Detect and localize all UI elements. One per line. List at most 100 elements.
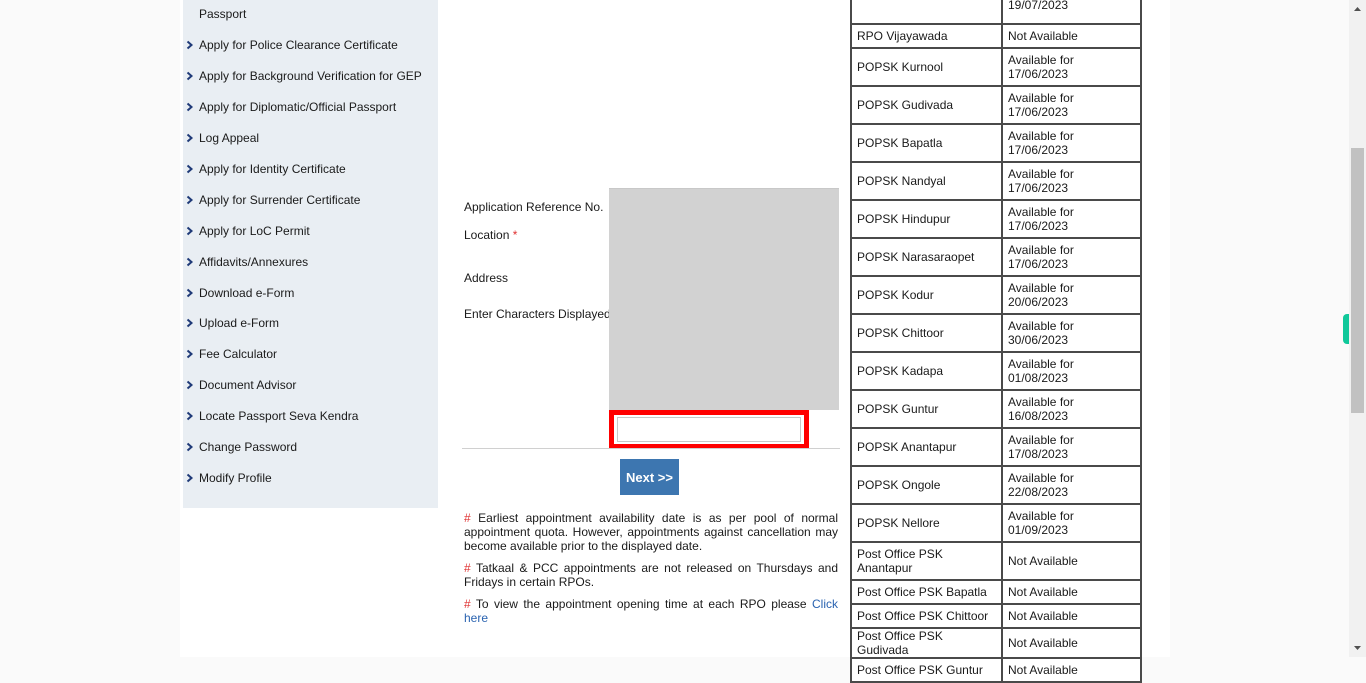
location-cell: POPSK Bapatla <box>850 123 1003 163</box>
chevron-right-icon <box>183 100 199 112</box>
status-prefix: Available for <box>1008 395 1074 409</box>
table-row: POPSK Narasaraopet Available for 17/06/202… <box>850 237 1142 277</box>
chevron-right-icon <box>183 193 199 205</box>
status-prefix: Available for <box>1008 53 1074 67</box>
availability-status-cell: Available for 17/06/2023 <box>1001 47 1142 87</box>
status-date: 17/06/2023 <box>1008 181 1069 195</box>
status-date: 17/06/2023 <box>1008 143 1069 157</box>
sidebar-item[interactable]: Modify Profile <box>183 471 438 491</box>
availability-status-cell: Not Available <box>1001 541 1142 581</box>
scrollbar-thumb[interactable] <box>1351 148 1364 413</box>
table-row: POPSK Kurnool Available for 17/06/2023 <box>850 47 1142 87</box>
availability-status-cell: Not Available <box>1001 627 1142 659</box>
status-prefix: Available for <box>1008 319 1074 333</box>
availability-status-cell: 19/07/2023 <box>1001 0 1142 25</box>
availability-status-cell: Available for 30/06/2023 <box>1001 313 1142 353</box>
availability-status-cell: Available for 17/06/2023 <box>1001 161 1142 201</box>
location-cell: POPSK Kurnool <box>850 47 1003 87</box>
note-text: Tatkaal & PCC appointments are not relea… <box>464 561 838 589</box>
scroll-up-arrow-icon[interactable] <box>1349 0 1366 17</box>
location-cell: Post Office PSK Chittoor <box>850 603 1003 629</box>
sidebar-item[interactable]: Upload e-Form <box>183 316 438 336</box>
table-row: 19/07/2023 <box>850 0 1142 25</box>
availability-status-cell: Available for 20/06/2023 <box>1001 275 1142 315</box>
sidebar-item[interactable]: Passport <box>183 7 438 27</box>
sidebar-item[interactable]: Apply for Diplomatic/Official Passport <box>183 100 438 120</box>
sidebar-item-label: Apply for Background Verification for GE… <box>199 69 422 83</box>
chevron-right-icon <box>183 131 199 143</box>
sidebar-item[interactable]: Apply for Background Verification for GE… <box>183 69 438 89</box>
sidebar-item[interactable]: Apply for Police Clearance Certificate <box>183 38 438 58</box>
status-prefix: Available for <box>1008 243 1074 257</box>
sidebar-item[interactable]: Log Appeal <box>183 131 438 151</box>
chevron-right-icon <box>183 378 199 390</box>
status-date: 16/08/2023 <box>1008 409 1069 423</box>
table-row: POPSK Kadapa Available for 01/08/2023 <box>850 351 1142 391</box>
table-row: POPSK Guntur Available for 16/08/2023 <box>850 389 1142 429</box>
location-cell: POPSK Kadapa <box>850 351 1003 391</box>
status-date: 20/06/2023 <box>1008 295 1069 309</box>
chevron-right-icon <box>183 7 199 9</box>
sidebar-item[interactable]: Change Password <box>183 440 438 460</box>
sidebar-item[interactable]: Download e-Form <box>183 286 438 306</box>
scroll-down-arrow-icon[interactable] <box>1349 640 1366 657</box>
sidebar-item[interactable]: Apply for LoC Permit <box>183 224 438 244</box>
table-row: Post Office PSK Gudivada Not Available <box>850 627 1142 659</box>
availability-status-cell: Available for 16/08/2023 <box>1001 389 1142 429</box>
table-row: Post Office PSK Anantapur Not Available <box>850 541 1142 581</box>
sidebar-item-label: Fee Calculator <box>199 347 278 361</box>
vertical-scrollbar[interactable] <box>1349 0 1366 657</box>
status-prefix: Available for <box>1008 281 1074 295</box>
sidebar-item[interactable]: Apply for Surrender Certificate <box>183 193 438 213</box>
note-text: To view the appointment opening time at … <box>475 597 807 611</box>
location-cell: RPO Vijayawada <box>850 23 1003 49</box>
status-date: 17/06/2023 <box>1008 219 1069 233</box>
captcha-label: Enter Characters Displayed <box>464 307 611 321</box>
sidebar: Passport Apply for Police Clearance Certi… <box>183 0 438 508</box>
next-button[interactable]: Next >> <box>620 459 679 495</box>
note-opening-time: # To view the appointment opening time a… <box>464 597 838 625</box>
sidebar-item-label: Apply for Surrender Certificate <box>199 193 361 207</box>
chevron-right-icon <box>183 162 199 174</box>
table-row: Post Office PSK Guntur Not Available <box>850 657 1142 683</box>
availability-status-cell: Not Available <box>1001 23 1142 49</box>
availability-status-cell: Not Available <box>1001 657 1142 683</box>
appointment-availability-table: 19/07/2023 RPO Vijayawada Not Available POP… <box>850 0 1142 683</box>
sidebar-item-label: Log Appeal <box>199 131 260 145</box>
status-date: 22/08/2023 <box>1008 485 1069 499</box>
sidebar-item[interactable]: Fee Calculator <box>183 347 438 367</box>
status-prefix: Available for <box>1008 129 1074 143</box>
sidebar-item[interactable]: Document Advisor <box>183 378 438 398</box>
sidebar-item-label: Download e-Form <box>199 286 295 300</box>
location-cell: POPSK Nandyal <box>850 161 1003 201</box>
note-hash: # <box>464 597 471 611</box>
sidebar-item[interactable]: Locate Passport Seva Kendra <box>183 409 438 429</box>
status-prefix: Available for <box>1008 471 1074 485</box>
redacted-form-fields <box>609 188 839 410</box>
chevron-right-icon <box>183 316 199 328</box>
status-prefix: Available for <box>1008 91 1074 105</box>
table-row: POPSK Ongole Available for 22/08/2023 <box>850 465 1142 505</box>
availability-status-cell: Available for 01/09/2023 <box>1001 503 1142 543</box>
table-row: RPO Vijayawada Not Available <box>850 23 1142 49</box>
chevron-right-icon <box>183 347 199 359</box>
form-divider <box>462 448 840 449</box>
location-cell: POPSK Anantapur <box>850 427 1003 467</box>
sidebar-item-label: Apply for Police Clearance Certificate <box>199 38 398 52</box>
availability-status-cell: Available for 22/08/2023 <box>1001 465 1142 505</box>
sidebar-item-label: Locate Passport Seva Kendra <box>199 409 359 423</box>
sidebar-item[interactable]: Affidavits/Annexures <box>183 255 438 275</box>
status-prefix: Available for <box>1008 167 1074 181</box>
sidebar-item[interactable]: Apply for Identity Certificate <box>183 162 438 182</box>
sidebar-item-label: Affidavits/Annexures <box>199 255 309 269</box>
sidebar-item-label: Apply for LoC Permit <box>199 224 310 238</box>
captcha-input[interactable] <box>617 417 801 442</box>
chevron-right-icon <box>183 69 199 81</box>
table-row: POPSK Nellore Available for 01/09/2023 <box>850 503 1142 543</box>
note-hash: # <box>464 561 471 575</box>
chevron-right-icon <box>183 409 199 421</box>
status-date: 01/08/2023 <box>1008 371 1069 385</box>
status-prefix: Available for <box>1008 205 1074 219</box>
availability-status-cell: Available for 17/06/2023 <box>1001 123 1142 163</box>
status-date: 30/06/2023 <box>1008 333 1069 347</box>
